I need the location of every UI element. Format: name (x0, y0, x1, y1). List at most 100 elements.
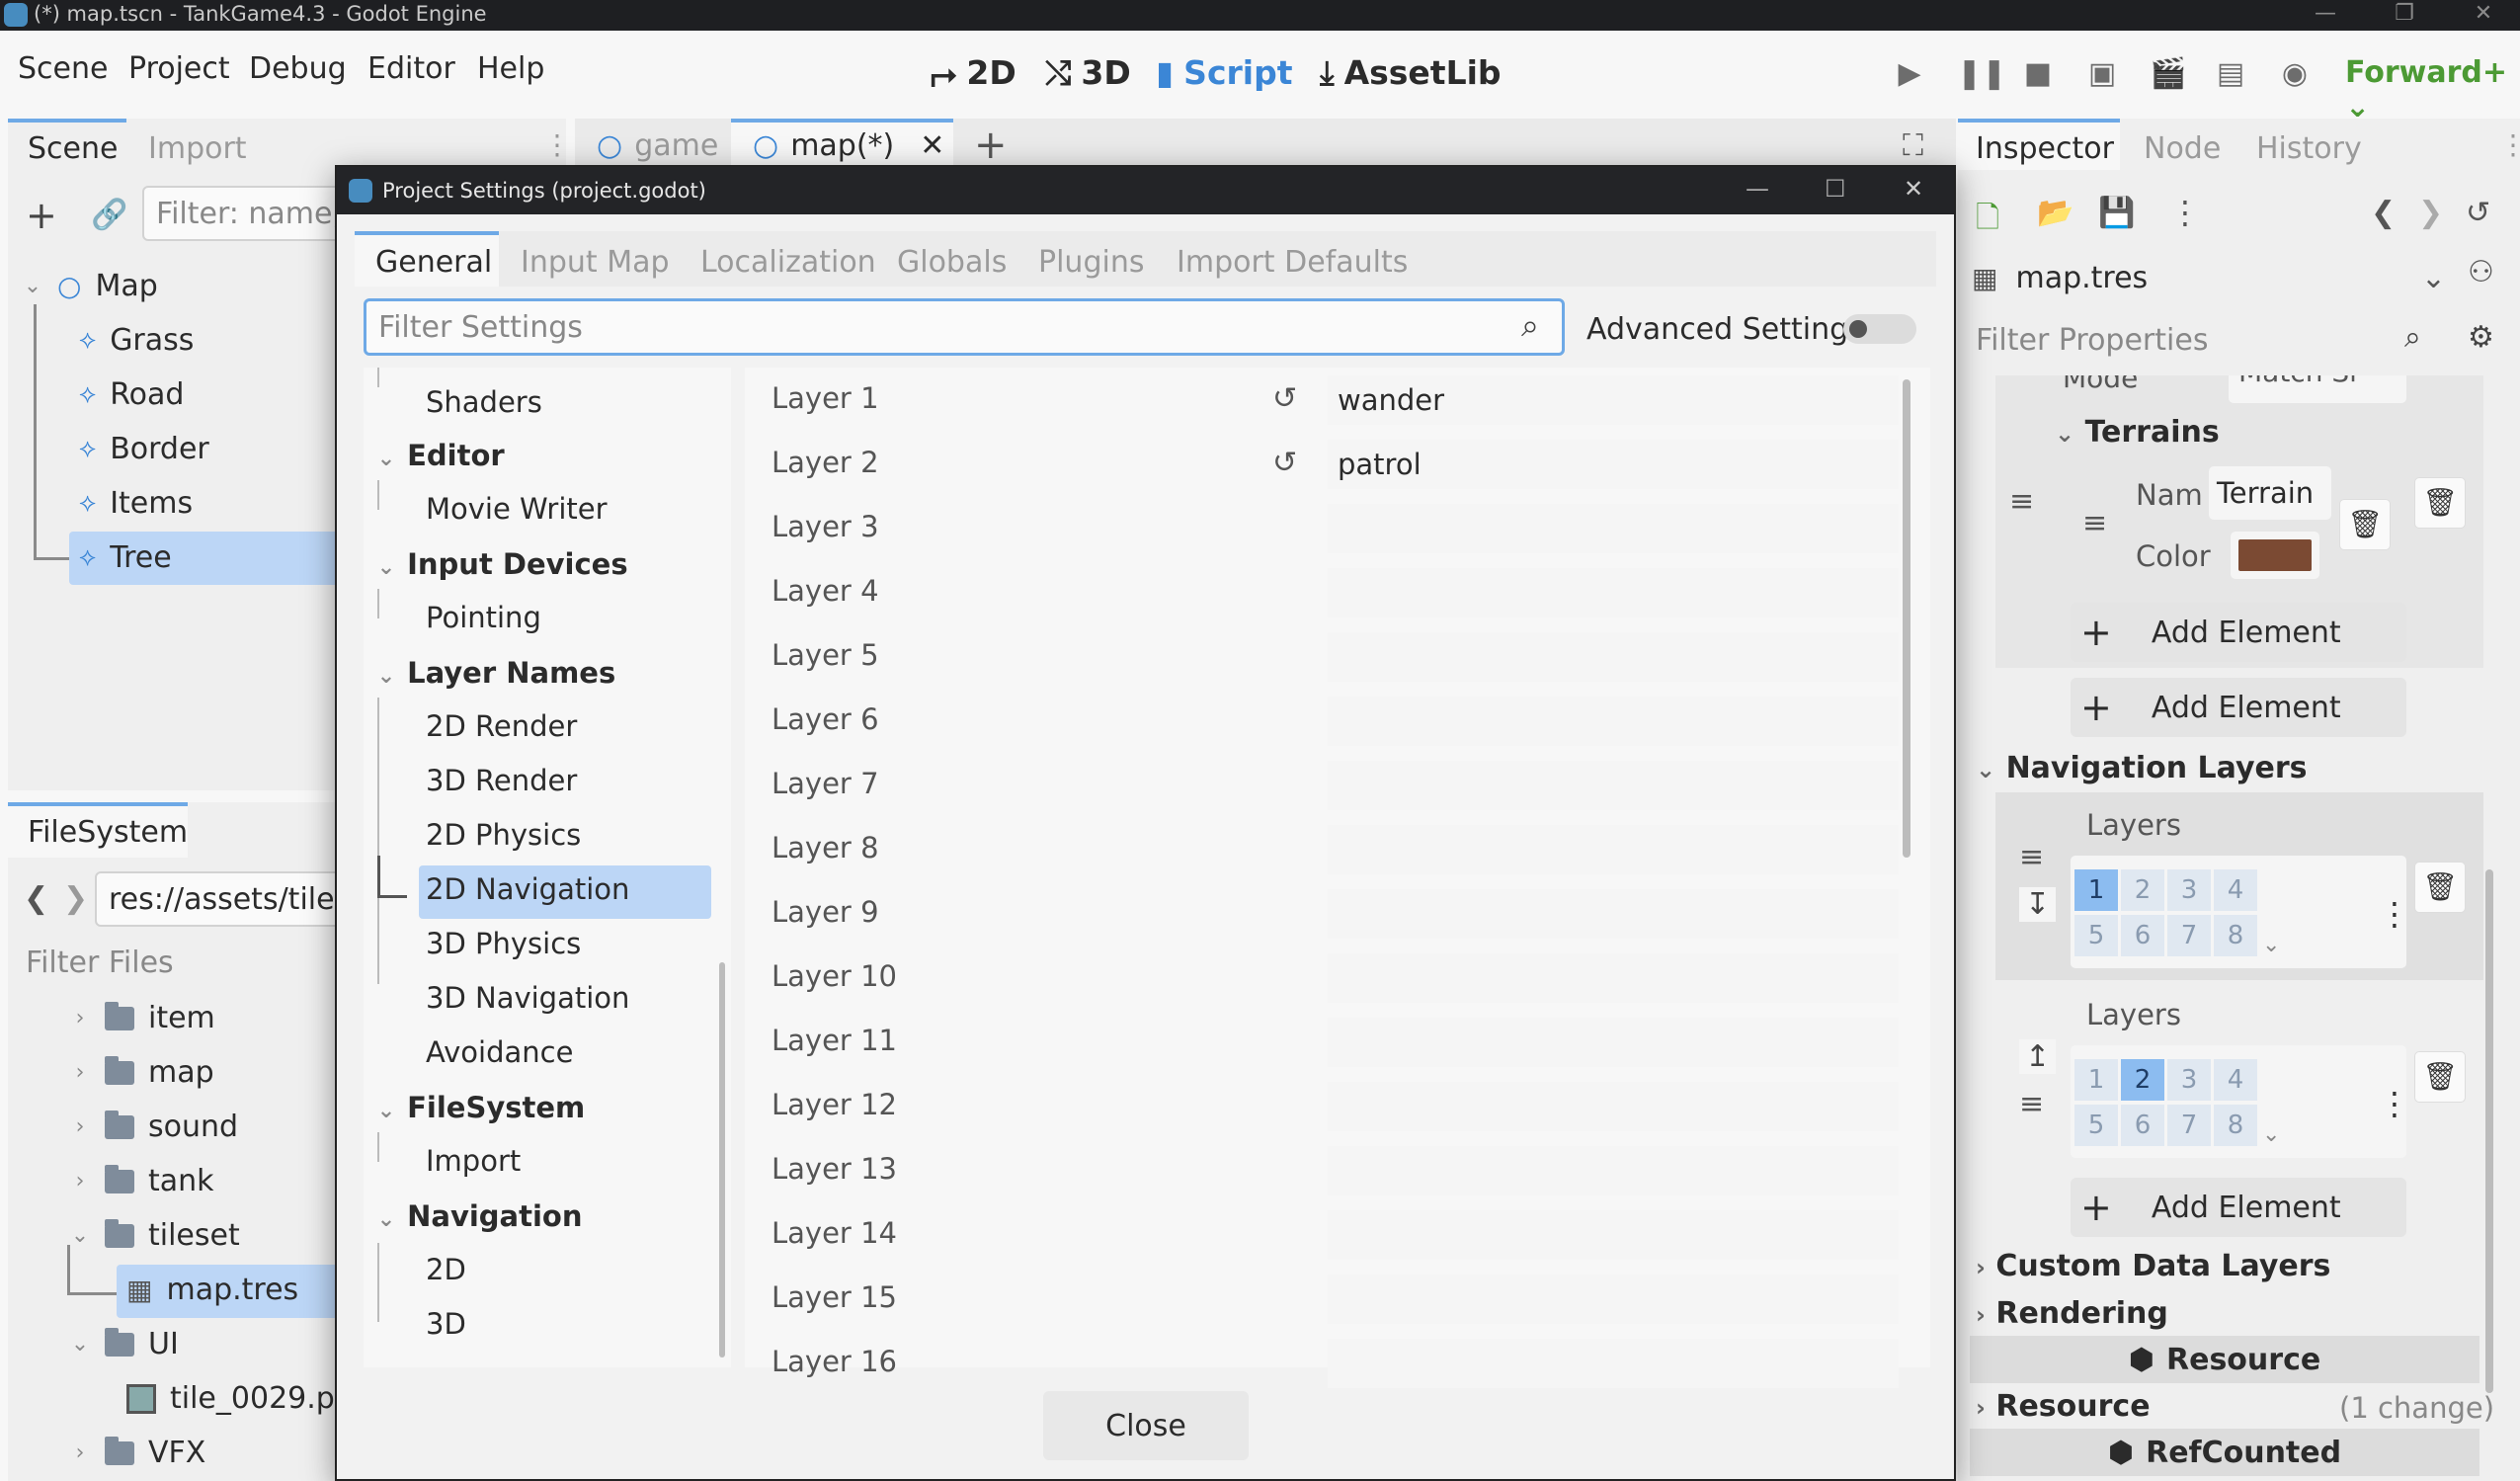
category-2d-render[interactable]: 2D Render (426, 709, 577, 743)
tab-general[interactable]: General (375, 245, 492, 280)
layer-bit-2[interactable]: 2 (2121, 1059, 2164, 1101)
category-pointing[interactable]: Pointing (426, 601, 541, 634)
tab-import[interactable]: Import (148, 131, 247, 166)
scene-tab-map[interactable]: ○ map(*) ✕ (753, 128, 944, 163)
resource-section-header[interactable]: › Resource (1976, 1389, 2151, 1424)
tab-import-defaults[interactable]: Import Defaults (1177, 245, 1408, 280)
layer-bit-7[interactable]: 7 (2167, 915, 2211, 956)
fs-folder-item[interactable]: › item (69, 1001, 215, 1035)
filter-settings-input[interactable]: Filter Settings (364, 298, 1565, 356)
forward-icon[interactable]: ❯ (63, 881, 88, 916)
scene-node-grass[interactable]: ⟡ Grass (79, 323, 194, 358)
tab-scene[interactable]: Scene (28, 131, 118, 166)
tab-node[interactable]: Node (2144, 131, 2221, 166)
scene-node-border[interactable]: ⟡ Border (79, 432, 209, 466)
tab-history[interactable]: History (2256, 131, 2362, 166)
inspector-scrollbar[interactable] (2485, 869, 2493, 1393)
add-terrain-set-element-button[interactable]: + Add Element (2071, 678, 2406, 737)
layer-bit-8[interactable]: 8 (2214, 1105, 2257, 1146)
node-info-icon[interactable]: ⚇ (2468, 255, 2494, 289)
tab-filesystem[interactable]: FileSystem (28, 815, 188, 850)
history-forward-icon[interactable]: ❯ (2418, 196, 2443, 230)
scene-node-road[interactable]: ⟡ Road (79, 377, 184, 412)
mode-select-clipped[interactable]: Match Si (2229, 375, 2406, 403)
category-shaders[interactable]: Shaders (426, 385, 542, 419)
layer-bit-1[interactable]: 1 (2074, 869, 2118, 911)
more-options-icon[interactable]: ⋮ (2379, 1085, 2410, 1122)
layer-name-input[interactable] (1328, 1018, 1899, 1067)
chevron-down-icon[interactable]: ⌄ (2262, 933, 2280, 957)
trash-icon[interactable]: 🗑 (2339, 499, 2391, 550)
category-scrollbar[interactable] (719, 962, 725, 1358)
layer-name-input[interactable] (1328, 761, 1899, 810)
layer-name-input[interactable] (1328, 889, 1899, 939)
scene-node-items[interactable]: ⟡ Items (79, 486, 193, 521)
tab-plugins[interactable]: Plugins (1038, 245, 1144, 280)
menu-help[interactable]: Help (477, 51, 544, 86)
add-terrain-element-button[interactable]: + Add Element (2071, 603, 2406, 662)
advanced-settings-toggle[interactable] (1843, 314, 1916, 344)
rendering-header[interactable]: › Rendering (1976, 1296, 2168, 1331)
layer-bit-4[interactable]: 4 (2214, 1059, 2257, 1101)
category-navigation-2d[interactable]: 2D (426, 1253, 466, 1286)
scene-tab-game[interactable]: ○ game (597, 128, 718, 163)
new-resource-icon[interactable]: 🗋 (1976, 196, 1999, 246)
tab-localization[interactable]: Localization (700, 245, 876, 280)
history-back-icon[interactable]: ❮ (2371, 196, 2396, 230)
move-up-icon[interactable]: ↥ (2019, 1039, 2057, 1074)
link-icon[interactable]: 🔗 (91, 198, 127, 232)
category-avoidance[interactable]: Avoidance (426, 1035, 573, 1069)
layer-bit-5[interactable]: 5 (2074, 915, 2118, 956)
fs-file-map-tres[interactable]: ▦ map.tres (126, 1273, 298, 1307)
layer-bit-2[interactable]: 2 (2121, 869, 2164, 911)
drag-handle-icon[interactable]: ≡ (2009, 484, 2034, 519)
category-input-devices[interactable]: ⌄ Input Devices (375, 547, 628, 581)
layer-bit-8[interactable]: 8 (2214, 915, 2257, 956)
fs-folder-tank[interactable]: › tank (69, 1164, 214, 1198)
open-folder-icon[interactable]: 📂 (2037, 196, 2073, 230)
close-tab-icon[interactable]: ✕ (920, 128, 944, 163)
layer-name-input[interactable] (1328, 953, 1899, 1003)
layer-bit-1[interactable]: 1 (2074, 1059, 2118, 1101)
category-2d-physics[interactable]: 2D Physics (426, 818, 581, 852)
drag-handle-icon[interactable]: ≡ (2019, 840, 2044, 874)
category-3d-render[interactable]: 3D Render (426, 764, 577, 797)
layer-name-input[interactable] (1328, 504, 1899, 553)
category-editor[interactable]: ⌄ Editor (375, 439, 505, 472)
add-scene-tab-icon[interactable]: + (974, 123, 1008, 168)
category-movie-writer[interactable]: Movie Writer (426, 492, 608, 526)
menu-editor[interactable]: Editor (367, 51, 455, 86)
layer-list-scrollbar[interactable] (1903, 379, 1910, 858)
trash-icon[interactable]: 🗑 (2414, 1051, 2466, 1103)
category-3d-navigation[interactable]: 3D Navigation (426, 981, 629, 1015)
layer-name-input[interactable] (1328, 697, 1899, 746)
fs-folder-map[interactable]: › map (69, 1055, 214, 1090)
minimize-window-button[interactable]: — (2286, 0, 2365, 31)
distraction-free-icon[interactable]: ⛶ (1903, 128, 1923, 163)
fs-folder-tileset[interactable]: ⌄ tileset (69, 1218, 240, 1253)
tab-input-map[interactable]: Input Map (521, 245, 670, 280)
add-node-icon[interactable]: + (26, 194, 57, 237)
trash-icon[interactable]: 🗑 (2414, 862, 2466, 913)
menu-debug[interactable]: Debug (249, 51, 347, 86)
category-filesystem[interactable]: ⌄ FileSystem (375, 1091, 586, 1124)
movie-maker-icon[interactable]: ◉ (2278, 57, 2312, 91)
save-icon[interactable]: 💾 (2098, 196, 2135, 230)
tab-inspector[interactable]: Inspector (1976, 131, 2114, 166)
edited-resource-select[interactable]: ▦ map.tres ⌄ (1972, 253, 2446, 302)
filter-options-icon[interactable]: ⚙ (2468, 320, 2494, 355)
layer-bit-5[interactable]: 5 (2074, 1105, 2118, 1146)
scene-node-tree[interactable]: ⟡ Tree (79, 540, 172, 575)
layer-name-input[interactable] (1328, 568, 1899, 617)
object-history-icon[interactable]: ↺ (2466, 196, 2490, 230)
category-navigation[interactable]: ⌄ Navigation (375, 1199, 583, 1233)
close-window-button[interactable]: ✕ (2444, 0, 2520, 31)
fs-folder-sound[interactable]: › sound (69, 1110, 238, 1144)
dock-options-icon[interactable]: ⋮ (543, 128, 571, 161)
fs-folder-vfx[interactable]: › VFX (69, 1436, 206, 1470)
layer-bit-7[interactable]: 7 (2167, 1105, 2211, 1146)
category-import[interactable]: Import (426, 1144, 521, 1178)
category-navigation-3d[interactable]: 3D (426, 1307, 466, 1341)
remote-debug-icon[interactable]: ▣ (2085, 57, 2119, 91)
workspace-script-button[interactable]: ▮ Script (1156, 53, 1292, 92)
